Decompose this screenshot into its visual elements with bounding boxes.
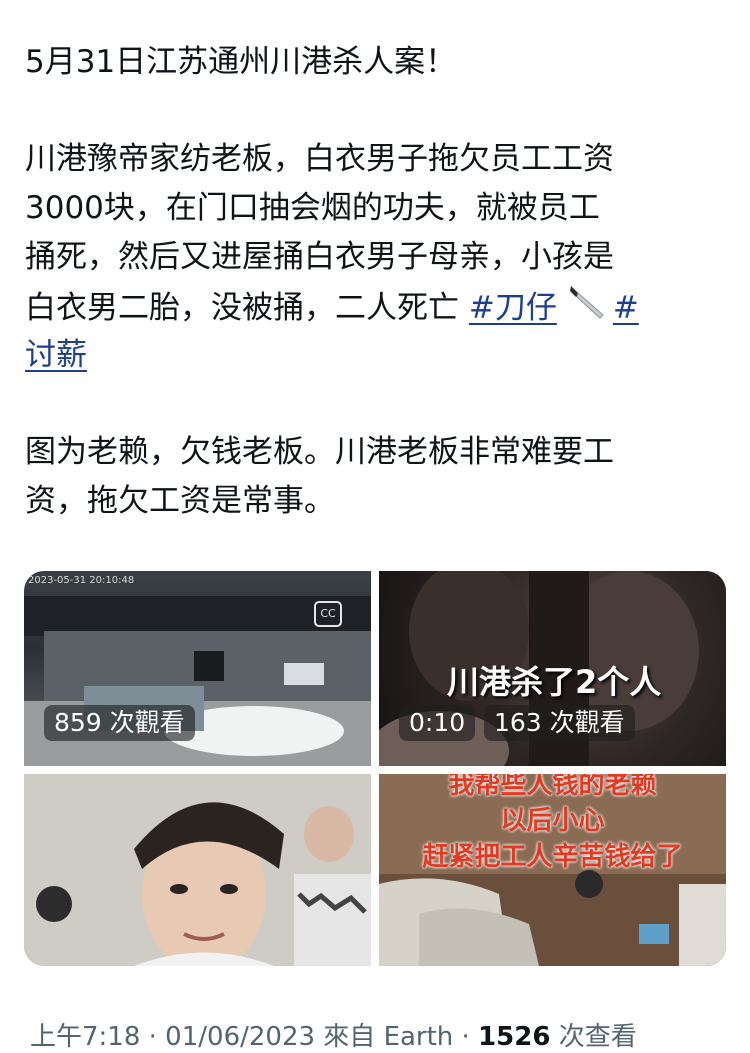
view-total: 1526 [478,1022,551,1052]
hashtag-link[interactable]: #刀仔 [469,290,557,326]
post-meta: 上午7:18 · 01/06/2023 來自 Earth · 1526 次查看 [30,1016,637,1053]
hashtag-link[interactable]: 讨薪 [25,337,87,373]
view-count: 163 次觀看 [484,705,635,741]
post-line: 3000块，在门口抽会烟的功夫，就被员工 [25,190,600,226]
closed-captions-icon[interactable]: CC [314,601,342,627]
hashtag-link[interactable]: # [613,290,639,326]
photo-thumbnail[interactable] [24,774,371,966]
view-count: 859 次觀看 [44,705,195,741]
post-line: 5月31日江苏通州川港杀人案！ [25,44,457,80]
video-duration: 0:10 [399,705,476,741]
post-line: 资，拖欠工资是常事。 [25,483,335,519]
video-overlay-text: 川港杀了2个人 [447,663,662,701]
video-timestamp: 2023-05-31 20:10:48 [28,575,135,586]
image-caption: 赶紧把工人辛苦钱给了 [422,842,683,872]
post-line: 图为老赖，欠钱老板。川港老板非常难要工 [25,434,614,470]
post-line-text: 白衣男二胎，没被捅，二人死亡 [25,290,469,326]
post-line: 川港豫帝家纺老板，白衣男子拖欠员工工资 [25,141,614,177]
image-caption: 我帮些人钱的老赖 [448,774,657,800]
portrait-photo [24,774,371,966]
video-thumbnail[interactable]: 川港杀了2个人 0:10 163 次觀看 [379,571,726,766]
post-line: 讨薪 [25,331,87,380]
image-caption: 以后小心 [500,806,605,836]
video-thumbnail[interactable]: 2023-05-31 20:10:48 CC 859 次觀看 [24,571,371,766]
media-grid: 2023-05-31 20:10:48 CC 859 次觀看 川港杀了2个人 0… [24,571,726,966]
post-line: 捅死，然后又进屋捅白衣男子母亲，小孩是 [25,239,614,275]
post-line: 白衣男二胎，没被捅，二人死亡 #刀仔 # [25,282,639,337]
post-timestamp[interactable]: 上午7:18 · 01/06/2023 來自 Earth · [30,1022,478,1052]
knife-icon [567,282,607,337]
view-label: 次查看 [550,1022,637,1052]
photo-thumbnail[interactable]: 我帮些人钱的老赖 以后小心 赶紧把工人辛苦钱给了 [379,774,726,966]
